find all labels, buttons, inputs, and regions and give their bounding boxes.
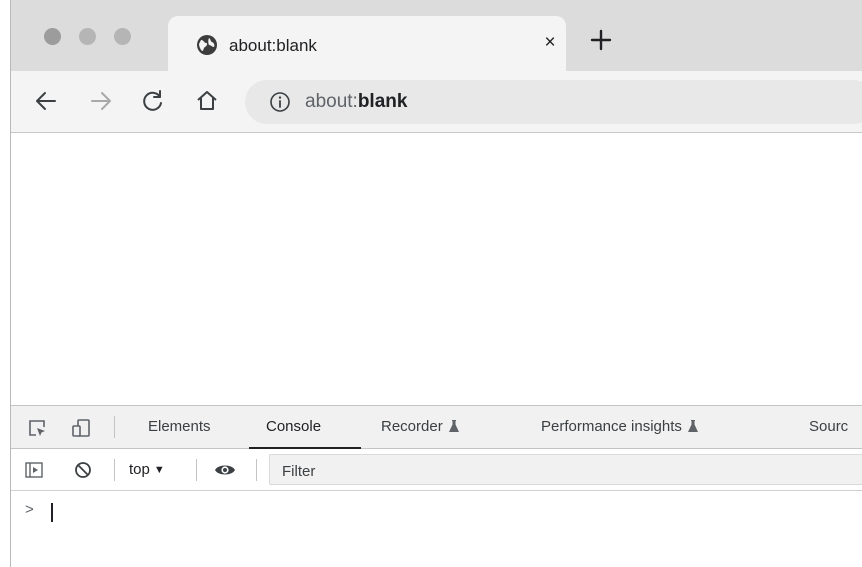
toolbar-divider <box>114 459 115 481</box>
window-maximize-button[interactable] <box>114 28 131 45</box>
tab-elements[interactable]: Elements <box>148 418 211 435</box>
toolbar-divider <box>196 459 197 481</box>
console-input-area[interactable]: > <box>11 491 862 567</box>
tab-close-button[interactable]: × <box>539 31 561 55</box>
filter-input[interactable] <box>280 460 844 482</box>
devtools-tab-bar: Elements Console Recorder Performance in… <box>11 405 862 449</box>
window-close-button[interactable] <box>44 28 61 45</box>
experiment-flask-icon <box>448 420 459 432</box>
context-selector[interactable]: top ▼ <box>129 461 165 478</box>
console-prompt: > <box>25 501 34 518</box>
address-bar[interactable]: about:blank <box>245 80 862 124</box>
page-viewport[interactable] <box>11 133 862 405</box>
device-toolbar-icon[interactable] <box>71 418 91 438</box>
tab-recorder[interactable]: Recorder <box>381 418 459 435</box>
forward-button[interactable] <box>88 88 114 114</box>
globe-icon <box>197 35 217 55</box>
clear-console-icon[interactable] <box>74 461 92 479</box>
tab-performance-insights[interactable]: Performance insights <box>541 418 698 435</box>
url-scheme: about: <box>305 91 358 112</box>
tab-sources[interactable]: Sourc <box>809 418 848 435</box>
toolbar-divider <box>256 459 257 481</box>
url-path: blank <box>357 91 408 112</box>
url-text[interactable]: about:blank <box>305 91 407 113</box>
reload-button[interactable] <box>140 88 166 114</box>
tab-strip: about:blank × <box>11 0 862 71</box>
dropdown-caret-icon: ▼ <box>153 464 165 476</box>
browser-toolbar: about:blank <box>11 71 862 133</box>
window-minimize-button[interactable] <box>79 28 96 45</box>
live-expression-eye-icon[interactable] <box>214 461 236 479</box>
tab-performance-insights-label: Performance insights <box>541 418 682 435</box>
filter-box <box>269 454 862 485</box>
tab-about-blank[interactable]: about:blank × <box>168 16 566 71</box>
tab-title: about:blank <box>229 36 317 55</box>
console-toolbar: top ▼ <box>11 449 862 491</box>
show-sidebar-icon[interactable] <box>25 461 43 479</box>
browser-window: about:blank × about:blank Elements Conso… <box>10 0 862 567</box>
back-button[interactable] <box>33 88 59 114</box>
text-cursor <box>51 503 53 522</box>
inspect-element-icon[interactable] <box>27 418 47 438</box>
info-icon[interactable] <box>269 91 291 113</box>
tab-console[interactable]: Console <box>266 418 321 435</box>
toolbar-divider <box>114 416 115 438</box>
context-selector-label: top <box>129 461 150 478</box>
tab-recorder-label: Recorder <box>381 418 443 435</box>
home-button[interactable] <box>194 88 220 114</box>
new-tab-button[interactable] <box>589 28 613 52</box>
experiment-flask-icon <box>687 420 698 432</box>
